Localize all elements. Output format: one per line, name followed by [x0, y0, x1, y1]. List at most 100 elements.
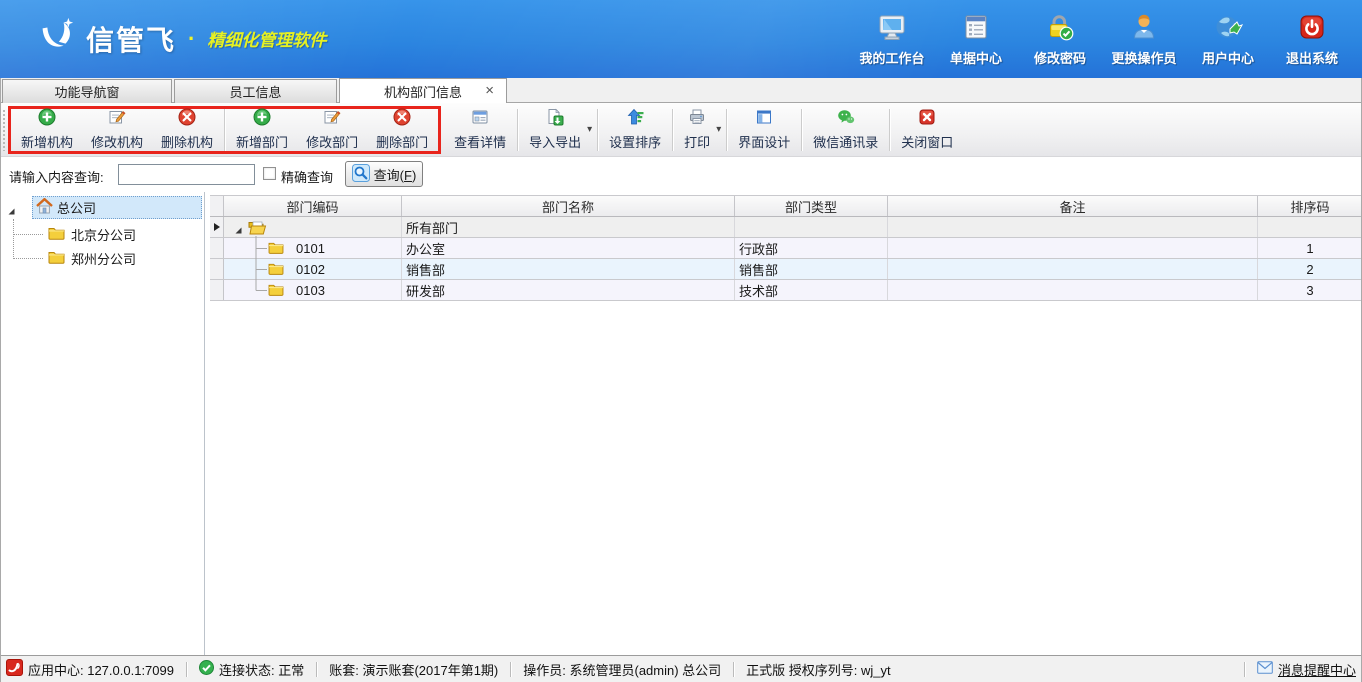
tree-node-branch-beijing[interactable]: 北京分公司	[0, 222, 205, 246]
column-header-sort-code[interactable]: 排序码	[1258, 196, 1362, 216]
view-detail-button[interactable]: 查看详情	[445, 105, 515, 154]
query-button[interactable]: 查询(F)	[345, 161, 423, 187]
toolbar-separator	[889, 109, 890, 151]
tab-employee-info[interactable]: 员工信息	[174, 79, 337, 103]
exit-system-button[interactable]: 退出系统	[1270, 12, 1354, 67]
delete-dept-label: 删除部门	[376, 132, 428, 151]
edit-org-button[interactable]: 修改机构	[82, 105, 152, 154]
tree-node-root[interactable]: 总公司	[0, 196, 205, 220]
workbench-monitor-icon	[877, 12, 907, 45]
dept-name-cell: 销售部	[402, 259, 735, 279]
exact-match-checkbox[interactable]	[263, 167, 276, 180]
wechat-icon	[837, 108, 855, 129]
table-row[interactable]: 0103 研发部 技术部 3	[210, 280, 1362, 301]
document-center-button[interactable]: 单据中心	[934, 12, 1018, 67]
account-set-text: 账套: 演示账套(2017年第1期)	[329, 660, 498, 679]
switch-operator-button[interactable]: 更换操作员	[1102, 12, 1186, 67]
row-indicator-cell	[210, 217, 224, 237]
column-header-dept-code[interactable]: 部门编码	[224, 196, 402, 216]
tab-bar: 功能导航窗 员工信息 机构部门信息 ×	[0, 78, 1362, 103]
expander-icon[interactable]	[234, 223, 243, 237]
set-sort-button[interactable]: 设置排序	[600, 105, 670, 154]
tab-org-department-info[interactable]: 机构部门信息 ×	[339, 78, 507, 103]
change-password-button[interactable]: 修改密码	[1018, 12, 1102, 67]
column-header-note[interactable]: 备注	[888, 196, 1258, 216]
ui-design-button[interactable]: 界面设计	[729, 105, 799, 154]
brand-logo-icon	[34, 16, 76, 61]
row-indicator-cell	[210, 238, 224, 258]
ui-design-label: 界面设计	[738, 132, 790, 151]
tree-node-root-selection[interactable]: 总公司	[32, 196, 202, 219]
sort-code-cell: 2	[1258, 259, 1362, 279]
tab-employee-info-label: 员工信息	[229, 82, 281, 101]
dept-code-cell: 0103	[224, 280, 402, 300]
note-cell	[888, 238, 1258, 258]
workbench-button[interactable]: 我的工作台	[850, 12, 934, 67]
message-center-text[interactable]: 消息提醒中心	[1278, 660, 1356, 679]
folder-icon	[268, 262, 284, 278]
printer-icon	[688, 108, 706, 129]
dropdown-arrow-icon[interactable]: ▾	[716, 124, 721, 135]
dropdown-arrow-icon[interactable]: ▾	[587, 124, 592, 135]
toolbar-gripper[interactable]	[2, 109, 7, 151]
add-icon	[38, 108, 56, 129]
folder-icon	[268, 241, 284, 257]
column-header-dept-type[interactable]: 部门类型	[735, 196, 888, 216]
import-export-icon	[546, 108, 564, 129]
toolbar-separator	[517, 109, 518, 151]
top-banner: 信管飞 · 精细化管理软件 我的工作台	[0, 0, 1362, 78]
user-center-button[interactable]: 用户中心	[1186, 12, 1270, 67]
table-row[interactable]: 0101 办公室 行政部 1	[210, 238, 1362, 259]
open-folder-icon	[248, 220, 267, 237]
tree-node-branch-zhengzhou[interactable]: 郑州分公司	[0, 246, 205, 270]
import-export-label: 导入导出	[529, 132, 581, 151]
message-center-link[interactable]: 消息提醒中心	[1257, 660, 1356, 679]
header-indicator-cell	[210, 196, 224, 216]
wechat-contacts-button[interactable]: 微信通讯录	[804, 105, 887, 154]
tree-node-root-label: 总公司	[57, 198, 96, 217]
envelope-icon	[1257, 661, 1273, 677]
toolbar-separator	[224, 109, 225, 151]
operator-text: 操作员: 系统管理员(admin) 总公司	[523, 660, 721, 679]
table-row[interactable]: 所有部门	[210, 217, 1362, 238]
user-center-label: 用户中心	[1202, 48, 1254, 67]
change-password-label: 修改密码	[1034, 48, 1086, 67]
add-org-button[interactable]: 新增机构	[12, 105, 82, 154]
dept-code-text: 0102	[296, 262, 325, 277]
tab-function-nav[interactable]: 功能导航窗	[2, 79, 172, 103]
edit-dept-label: 修改部门	[306, 132, 358, 151]
edit-org-label: 修改机构	[91, 132, 143, 151]
connection-ok-icon	[199, 660, 214, 678]
documents-icon	[961, 12, 991, 45]
status-separator	[316, 662, 317, 677]
table-row[interactable]: 0102 销售部 销售部 2	[210, 259, 1362, 280]
status-bar: 应用中心: 127.0.0.1:7099 连接状态: 正常 账套: 演示账套(2…	[0, 655, 1362, 682]
add-dept-button[interactable]: 新增部门	[227, 105, 297, 154]
close-window-button[interactable]: 关闭窗口	[892, 105, 962, 154]
column-header-dept-name[interactable]: 部门名称	[402, 196, 735, 216]
expander-icon[interactable]	[7, 204, 16, 219]
brand-logo-block: 信管飞 · 精细化管理软件	[34, 16, 326, 61]
delete-icon	[393, 108, 411, 129]
highlighted-button-group: 新增机构 修改机构 删除机构 新增部门	[8, 106, 441, 154]
delete-org-button[interactable]: 删除机构	[152, 105, 222, 154]
tab-close-icon[interactable]: ×	[485, 83, 494, 99]
folder-icon	[48, 250, 65, 267]
status-separator	[186, 662, 187, 677]
delete-dept-button[interactable]: 删除部门	[367, 105, 437, 154]
dept-code-cell: 0101	[224, 238, 402, 258]
app-logo-icon	[6, 659, 23, 679]
switch-operator-label: 更换操作员	[1111, 48, 1176, 67]
switch-user-icon	[1129, 12, 1159, 45]
print-button[interactable]: 打印	[675, 105, 719, 154]
tree-node-beijing-label: 北京分公司	[71, 225, 136, 244]
toolbar-separator	[672, 109, 673, 151]
note-cell	[888, 217, 1258, 237]
search-input[interactable]	[118, 164, 255, 185]
dept-code-cell	[224, 217, 402, 237]
dept-type-cell	[735, 217, 888, 237]
app-center-text: 应用中心: 127.0.0.1:7099	[28, 660, 174, 679]
import-export-button[interactable]: 导入导出	[520, 105, 590, 154]
edit-dept-button[interactable]: 修改部门	[297, 105, 367, 154]
search-label: 请输入内容查询:	[9, 167, 104, 186]
